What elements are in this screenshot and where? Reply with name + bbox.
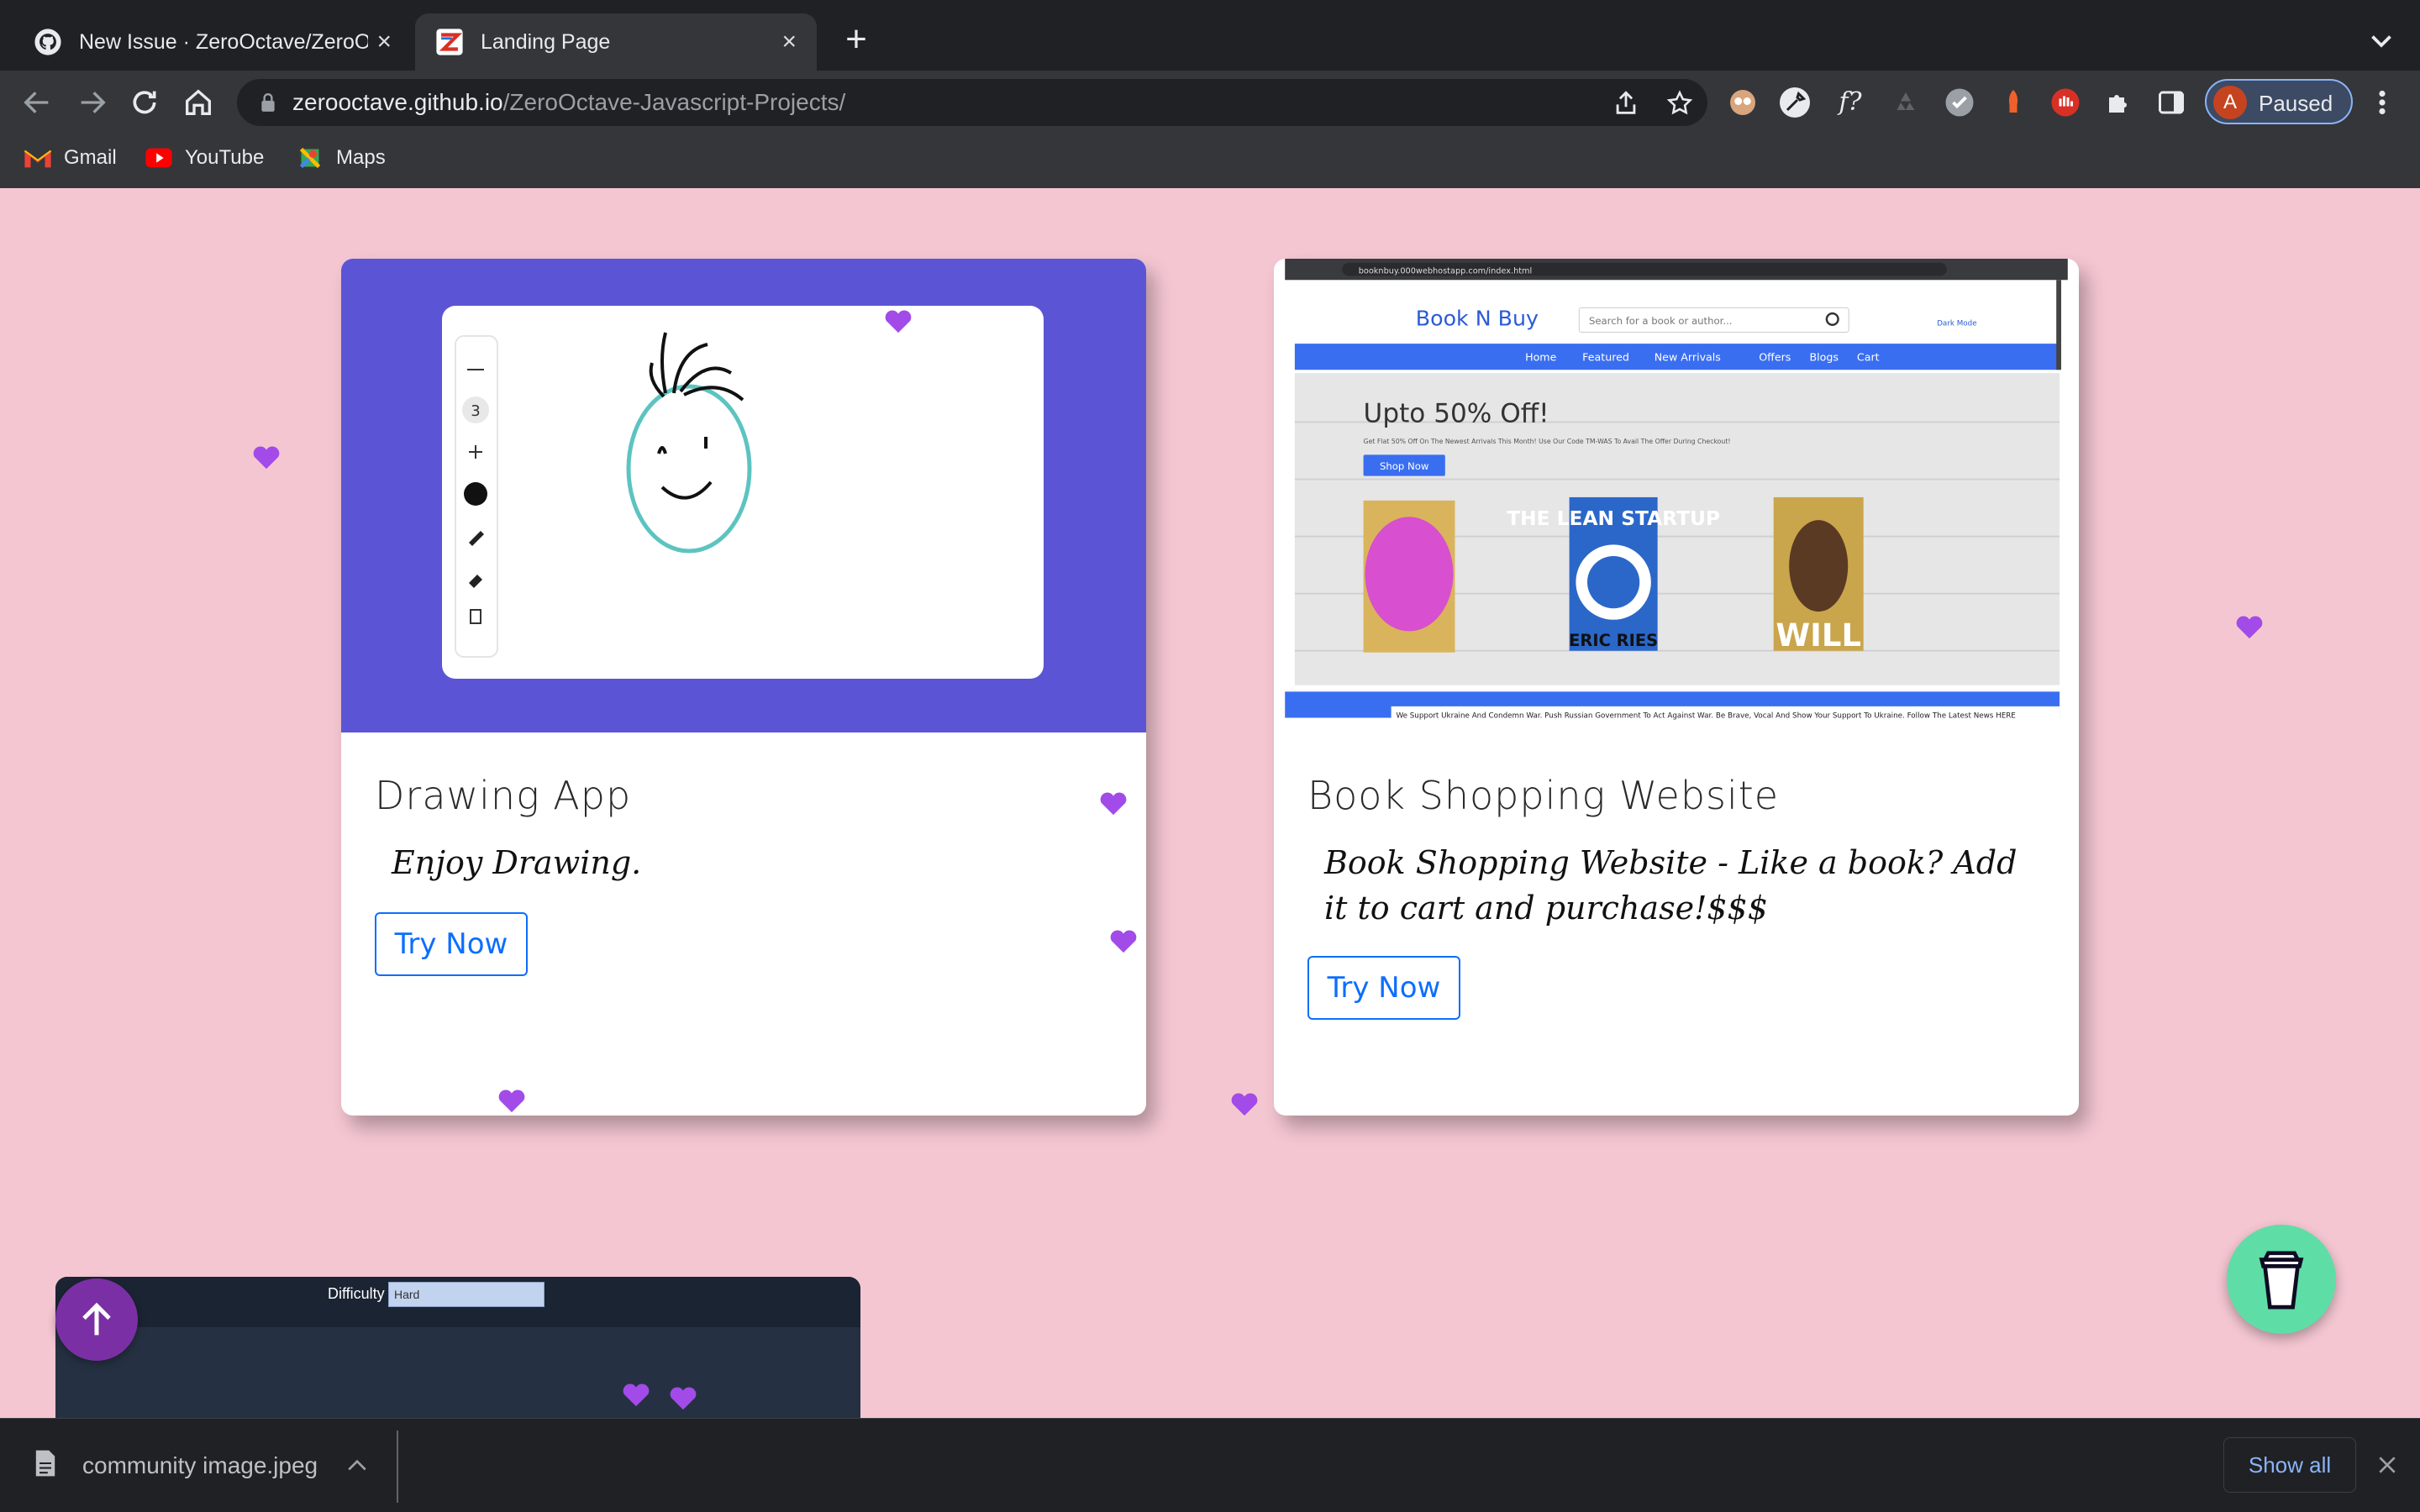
chevron-down-icon[interactable] bbox=[2366, 25, 2396, 55]
preview-nav: Featured bbox=[1582, 351, 1629, 364]
reload-icon[interactable] bbox=[128, 86, 161, 119]
side-panel-icon[interactable] bbox=[2156, 87, 2186, 118]
profile-button[interactable]: A Paused bbox=[2205, 79, 2353, 124]
file-icon bbox=[35, 1450, 55, 1477]
bookmark-maps[interactable]: Maps bbox=[296, 146, 386, 170]
profile-status: Paused bbox=[2259, 91, 2333, 116]
url-text: zerooctave.github.io/ZeroOctave-Javascri… bbox=[292, 89, 845, 116]
more-menu-icon[interactable] bbox=[2370, 87, 2395, 118]
avatar: A bbox=[2213, 86, 2247, 119]
coffee-cup-icon bbox=[2259, 1251, 2304, 1310]
chevron-up-icon[interactable] bbox=[346, 1457, 368, 1473]
book-shopping-preview: booknbuy.000webhostapp.com/index.html Bo… bbox=[1285, 259, 2068, 732]
back-arrow-icon[interactable] bbox=[20, 86, 54, 119]
bookmarks-bar: Gmail YouTube Maps bbox=[0, 134, 2420, 188]
purple-heart-icon bbox=[1231, 1093, 1258, 1116]
forward-arrow-icon[interactable] bbox=[76, 86, 109, 119]
project-card-book-shopping: booknbuy.000webhostapp.com/index.html Bo… bbox=[1274, 259, 2079, 1116]
download-filename[interactable]: community image.jpeg bbox=[82, 1452, 318, 1479]
preview-headline: Upto 50% Off! bbox=[1364, 398, 1549, 428]
drawing-app-preview: 3 bbox=[341, 259, 1146, 732]
purple-heart-icon bbox=[253, 446, 280, 470]
close-icon[interactable]: × bbox=[376, 28, 392, 56]
purple-heart-icon bbox=[623, 1383, 650, 1407]
purple-heart-icon bbox=[1110, 930, 1137, 953]
close-icon[interactable] bbox=[2376, 1454, 2398, 1476]
download-shelf: community image.jpeg Show all bbox=[0, 1418, 2420, 1512]
home-icon[interactable] bbox=[182, 86, 215, 119]
bookmark-label: YouTube bbox=[185, 146, 265, 169]
preview-dark-mode: Dark Mode bbox=[1937, 320, 1976, 328]
preview-book-will: WILL bbox=[1776, 617, 1861, 654]
preview-ticker: We Support Ukraine And Condemn War. Push… bbox=[1396, 711, 2015, 720]
recycle-icon[interactable] bbox=[1891, 87, 1921, 118]
card-title: Drawing App bbox=[375, 773, 632, 818]
card-description: Enjoy Drawing. bbox=[392, 844, 642, 881]
lock-icon bbox=[261, 93, 275, 112]
gmail-icon bbox=[24, 150, 52, 168]
buy-me-a-coffee-button[interactable] bbox=[2227, 1225, 2336, 1334]
tab-label: Landing Page bbox=[481, 29, 611, 54]
scroll-to-top-button[interactable] bbox=[55, 1278, 138, 1361]
url-path: /ZeroOctave-Javascript-Projects/ bbox=[502, 89, 846, 115]
tab-new-issue[interactable]: New Issue · ZeroOctave/ZeroO × bbox=[13, 13, 412, 71]
landing-page: 3 Drawing App Enjoy Drawing. Try Now boo… bbox=[0, 188, 2420, 1418]
preview-search: Search for a book or author... bbox=[1589, 315, 1733, 327]
preview-nav: Offers bbox=[1759, 351, 1791, 364]
maps-icon bbox=[299, 147, 321, 169]
address-bar[interactable]: zerooctave.github.io/ZeroOctave-Javascri… bbox=[237, 79, 1707, 126]
purple-heart-icon bbox=[885, 310, 912, 333]
eyedropper-extension-icon[interactable] bbox=[1780, 87, 1810, 118]
github-icon bbox=[34, 29, 61, 55]
preview-nav: Home bbox=[1525, 351, 1557, 364]
brush-size-value: 3 bbox=[471, 402, 480, 420]
check-extension-icon[interactable] bbox=[1944, 87, 1975, 118]
project-card-partial: Difficulty Hard bbox=[55, 1277, 860, 1418]
divider bbox=[397, 1431, 398, 1503]
bookmark-label: Maps bbox=[336, 146, 386, 169]
stop-hand-icon[interactable] bbox=[2050, 87, 2081, 118]
extension-icon[interactable] bbox=[1728, 87, 1758, 118]
zero-octave-icon bbox=[436, 29, 463, 55]
purple-heart-icon bbox=[670, 1387, 697, 1410]
card-description: Book Shopping Website - Like a book? Add… bbox=[1324, 844, 2018, 927]
star-icon[interactable] bbox=[1665, 89, 1694, 118]
bookmark-gmail[interactable]: Gmail bbox=[24, 146, 117, 170]
try-now-button[interactable]: Try Now bbox=[375, 912, 528, 976]
bookmark-youtube[interactable]: YouTube bbox=[145, 146, 264, 170]
project-card-drawing-app: 3 Drawing App Enjoy Drawing. Try Now bbox=[341, 259, 1146, 1116]
url-host: zerooctave.github.io bbox=[292, 89, 503, 115]
tab-strip: New Issue · ZeroOctave/ZeroO × Landing P… bbox=[0, 0, 2420, 71]
arrow-up-icon bbox=[82, 1302, 111, 1336]
show-all-button[interactable]: Show all bbox=[2223, 1437, 2356, 1493]
tab-label: New Issue · ZeroOctave/ZeroO bbox=[79, 29, 369, 54]
purple-heart-icon bbox=[2236, 616, 2263, 639]
difficulty-select: Hard bbox=[388, 1282, 544, 1307]
bookmark-label: Gmail bbox=[64, 146, 117, 169]
card-title: Book Shopping Website bbox=[1307, 773, 1780, 818]
preview-subline: Get Flat 50% Off On The Newest Arrivals … bbox=[1364, 438, 1731, 445]
rocket-extension-icon[interactable] bbox=[1998, 87, 2028, 118]
difficulty-label: Difficulty bbox=[328, 1285, 385, 1302]
share-icon[interactable] bbox=[1612, 89, 1640, 118]
partial-card-header: Difficulty Hard bbox=[55, 1277, 860, 1327]
purple-heart-icon bbox=[498, 1089, 525, 1113]
youtube-icon bbox=[145, 148, 172, 168]
preview-nav: New Arrivals bbox=[1655, 351, 1721, 364]
preview-book-title: THE LEAN STARTUP bbox=[1507, 507, 1720, 530]
try-now-button[interactable]: Try Now bbox=[1307, 956, 1460, 1020]
purple-heart-icon bbox=[1100, 792, 1127, 816]
puzzle-icon[interactable] bbox=[2104, 87, 2134, 118]
preview-address: booknbuy.000webhostapp.com/index.html bbox=[1359, 267, 1533, 276]
preview-nav: Blogs bbox=[1810, 351, 1839, 364]
formula-extension-icon[interactable]: f? bbox=[1835, 87, 1865, 118]
close-icon[interactable]: × bbox=[781, 28, 797, 56]
preview-book-author: ERIC RIES bbox=[1569, 631, 1658, 650]
preview-logo: Book N Buy bbox=[1416, 307, 1539, 331]
preview-nav: Cart bbox=[1857, 351, 1880, 364]
preview-cta: Shop Now bbox=[1380, 460, 1429, 472]
new-tab-button[interactable]: + bbox=[835, 18, 877, 60]
tab-landing-page[interactable]: Landing Page × bbox=[415, 13, 817, 71]
